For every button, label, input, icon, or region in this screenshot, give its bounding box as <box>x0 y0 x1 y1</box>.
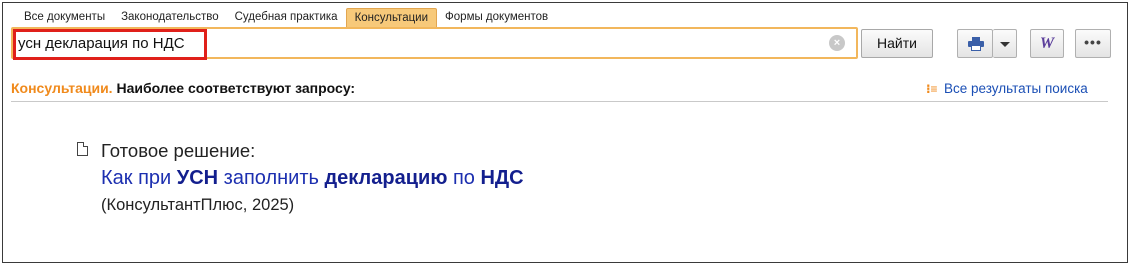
results-header-label: Наиболее соответствуют запросу: <box>116 80 356 96</box>
print-options-dropdown[interactable] <box>993 29 1017 58</box>
title-part: по <box>447 167 481 189</box>
more-options-button[interactable]: ••• <box>1075 29 1111 58</box>
all-results-link[interactable]: ⁝≡ Все результаты поиска <box>926 81 1088 96</box>
title-part: Как при <box>101 167 177 189</box>
document-icon <box>77 142 88 156</box>
results-section-name: Консультации. <box>11 80 113 96</box>
title-part: заполнить <box>218 167 325 189</box>
find-button[interactable]: Найти <box>861 29 933 58</box>
search-box <box>11 27 858 59</box>
tab-document-forms[interactable]: Формы документов <box>437 8 556 27</box>
title-part-bold: декларацию <box>324 167 448 189</box>
tab-legislation[interactable]: Законодательство <box>113 8 227 27</box>
more-dots-icon: ••• <box>1084 34 1102 50</box>
tab-court-practice[interactable]: Судебная практика <box>227 8 346 27</box>
result-kind: Готовое решение: <box>101 140 256 161</box>
all-results-label: Все результаты поиска <box>944 81 1088 96</box>
result-title-link[interactable]: Как при УСН заполнить декларацию по НДС <box>101 167 524 190</box>
chevron-down-icon <box>1000 42 1010 47</box>
clear-search-icon[interactable]: × <box>829 35 845 51</box>
print-button[interactable] <box>957 29 993 58</box>
tab-all-documents[interactable]: Все документы <box>16 8 113 27</box>
tab-consultations[interactable]: Консультации <box>345 8 438 27</box>
results-header: Консультации. Наиболее соответствуют зап… <box>11 80 355 96</box>
header-divider <box>11 101 1108 102</box>
title-part-bold: НДС <box>480 167 524 189</box>
printer-icon <box>968 37 984 51</box>
search-input[interactable] <box>15 31 827 55</box>
export-to-word-button[interactable]: W <box>1030 29 1064 58</box>
word-icon: W <box>1039 35 1055 52</box>
list-icon: ⁝≡ <box>926 82 938 96</box>
search-tabs: Все документы Законодательство Судебная … <box>16 8 556 27</box>
title-part-bold: УСН <box>176 167 219 189</box>
result-source: (КонсультантПлюс, 2025) <box>101 196 295 214</box>
